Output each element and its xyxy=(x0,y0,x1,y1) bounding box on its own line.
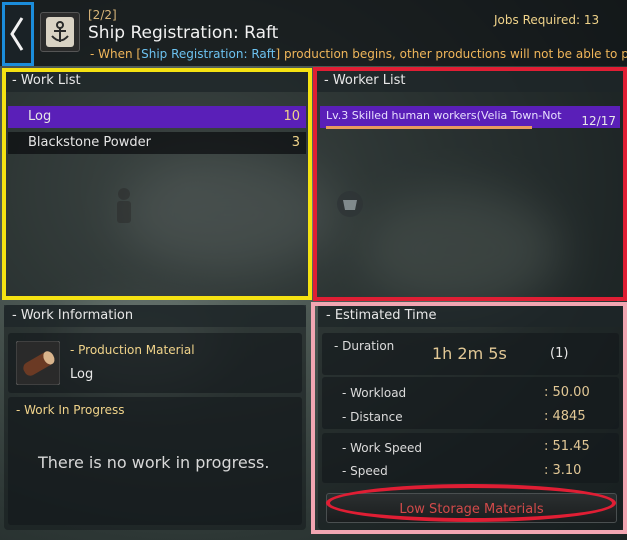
back-button[interactable] xyxy=(2,2,34,66)
step-indicator: [2/2] xyxy=(88,8,117,22)
notice-link: Ship Registration: Raft xyxy=(141,47,276,61)
back-arrow-icon xyxy=(10,17,24,51)
button-highlight-ellipse xyxy=(326,484,616,522)
production-notice: - When [Ship Registration: Raft] product… xyxy=(90,47,627,61)
work-list-highlight xyxy=(2,68,312,300)
notice-suffix: ] production begins, other productions w… xyxy=(275,47,627,61)
material-name: Log xyxy=(70,367,94,382)
work-in-progress-label: - Work In Progress xyxy=(16,403,125,417)
production-material-label: - Production Material xyxy=(70,343,195,357)
notice-prefix: - When [ xyxy=(90,47,142,61)
log-material-icon xyxy=(16,341,60,385)
jobs-required: Jobs Required: 13 xyxy=(494,13,600,27)
worker-list-highlight xyxy=(313,67,627,301)
ship-anchor-icon xyxy=(46,17,74,47)
empty-work-message: There is no work in progress. xyxy=(38,453,270,472)
work-info-panel: - Work Information - Production Material… xyxy=(4,305,306,530)
work-info-title: - Work Information xyxy=(4,305,306,327)
ship-icon-frame xyxy=(40,12,80,52)
work-in-progress-box: - Work In Progress There is no work in p… xyxy=(8,397,302,525)
production-material-box: - Production Material Log xyxy=(8,333,302,393)
page-title: Ship Registration: Raft xyxy=(88,23,279,43)
